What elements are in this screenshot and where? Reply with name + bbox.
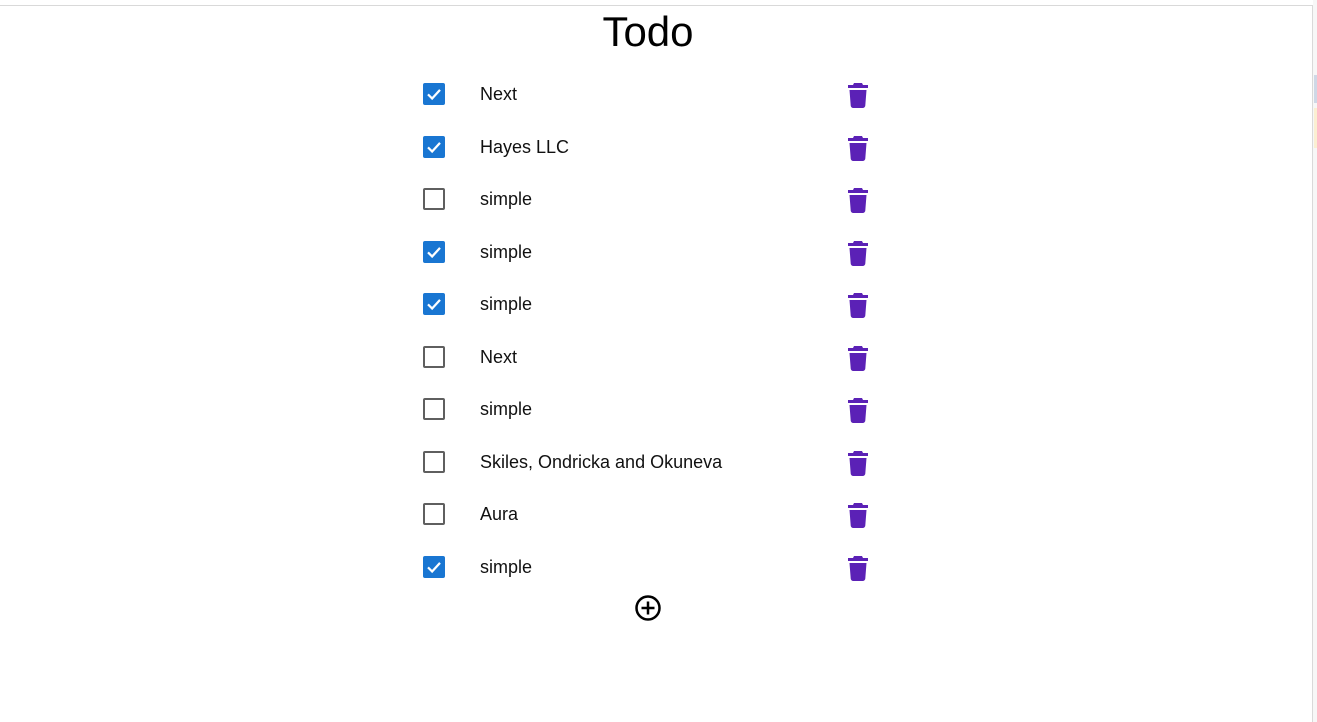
- check-icon: [427, 246, 441, 258]
- todo-checkbox[interactable]: [423, 188, 445, 210]
- delete-button[interactable]: [846, 345, 870, 371]
- delete-button[interactable]: [846, 502, 870, 528]
- todo-item: Aura: [410, 488, 880, 541]
- delete-button[interactable]: [846, 555, 870, 581]
- todo-checkbox[interactable]: [423, 135, 445, 158]
- add-todo-button[interactable]: [634, 594, 662, 622]
- todo-item: Hayes LLC: [410, 121, 880, 174]
- add-circle-icon: [635, 595, 661, 621]
- todo-label: simple: [480, 294, 533, 314]
- todo-checkbox[interactable]: [423, 555, 445, 578]
- side-panel-strip: [1313, 0, 1317, 722]
- todo-item: simple: [410, 541, 880, 594]
- delete-button[interactable]: [846, 82, 870, 108]
- check-icon: [427, 89, 441, 101]
- todo-label: Aura: [480, 504, 519, 524]
- trash-icon: [848, 135, 868, 161]
- trash-icon: [848, 83, 868, 108]
- todo-list: Next Hayes LLC simple simple simple Next…: [410, 68, 880, 593]
- todo-label: simple: [480, 556, 533, 577]
- trash-icon: [848, 240, 868, 266]
- trash-icon: [848, 345, 868, 371]
- delete-button[interactable]: [846, 135, 870, 161]
- trash-icon: [848, 293, 868, 318]
- check-icon: [427, 561, 441, 573]
- todo-item: Skiles, Ondricka and Okuneva: [410, 436, 880, 489]
- window-top-border: [0, 5, 1312, 6]
- todo-item: simple: [410, 226, 880, 279]
- todo-label: simple: [480, 241, 533, 262]
- delete-button[interactable]: [846, 187, 870, 213]
- todo-item: simple: [410, 383, 880, 436]
- delete-button[interactable]: [846, 240, 870, 266]
- todo-checkbox[interactable]: [423, 450, 445, 473]
- todo-item: simple: [410, 278, 880, 331]
- todo-label: Next: [480, 346, 518, 367]
- todo-item: simple: [410, 173, 880, 226]
- trash-icon: [848, 503, 868, 528]
- trash-icon: [848, 450, 868, 476]
- todo-label: Hayes LLC: [480, 136, 570, 157]
- check-icon: [427, 141, 441, 153]
- todo-label: simple: [480, 399, 533, 419]
- todo-checkbox[interactable]: [423, 398, 445, 420]
- delete-button[interactable]: [846, 292, 870, 318]
- delete-button[interactable]: [846, 397, 870, 423]
- todo-checkbox[interactable]: [423, 83, 445, 105]
- todo-label: Next: [480, 84, 518, 104]
- todo-item: Next: [410, 68, 880, 121]
- delete-button[interactable]: [846, 450, 870, 476]
- trash-icon: [848, 555, 868, 581]
- todo-label: simple: [480, 189, 533, 209]
- todo-checkbox[interactable]: [423, 293, 445, 315]
- todo-checkbox[interactable]: [423, 345, 445, 368]
- todo-checkbox[interactable]: [423, 503, 445, 525]
- trash-icon: [848, 398, 868, 423]
- page-title: Todo: [602, 8, 694, 55]
- todo-checkbox[interactable]: [423, 240, 445, 263]
- todo-label: Skiles, Ondricka and Okuneva: [480, 451, 723, 472]
- todo-item: Next: [410, 331, 880, 384]
- check-icon: [427, 299, 441, 311]
- trash-icon: [848, 188, 868, 213]
